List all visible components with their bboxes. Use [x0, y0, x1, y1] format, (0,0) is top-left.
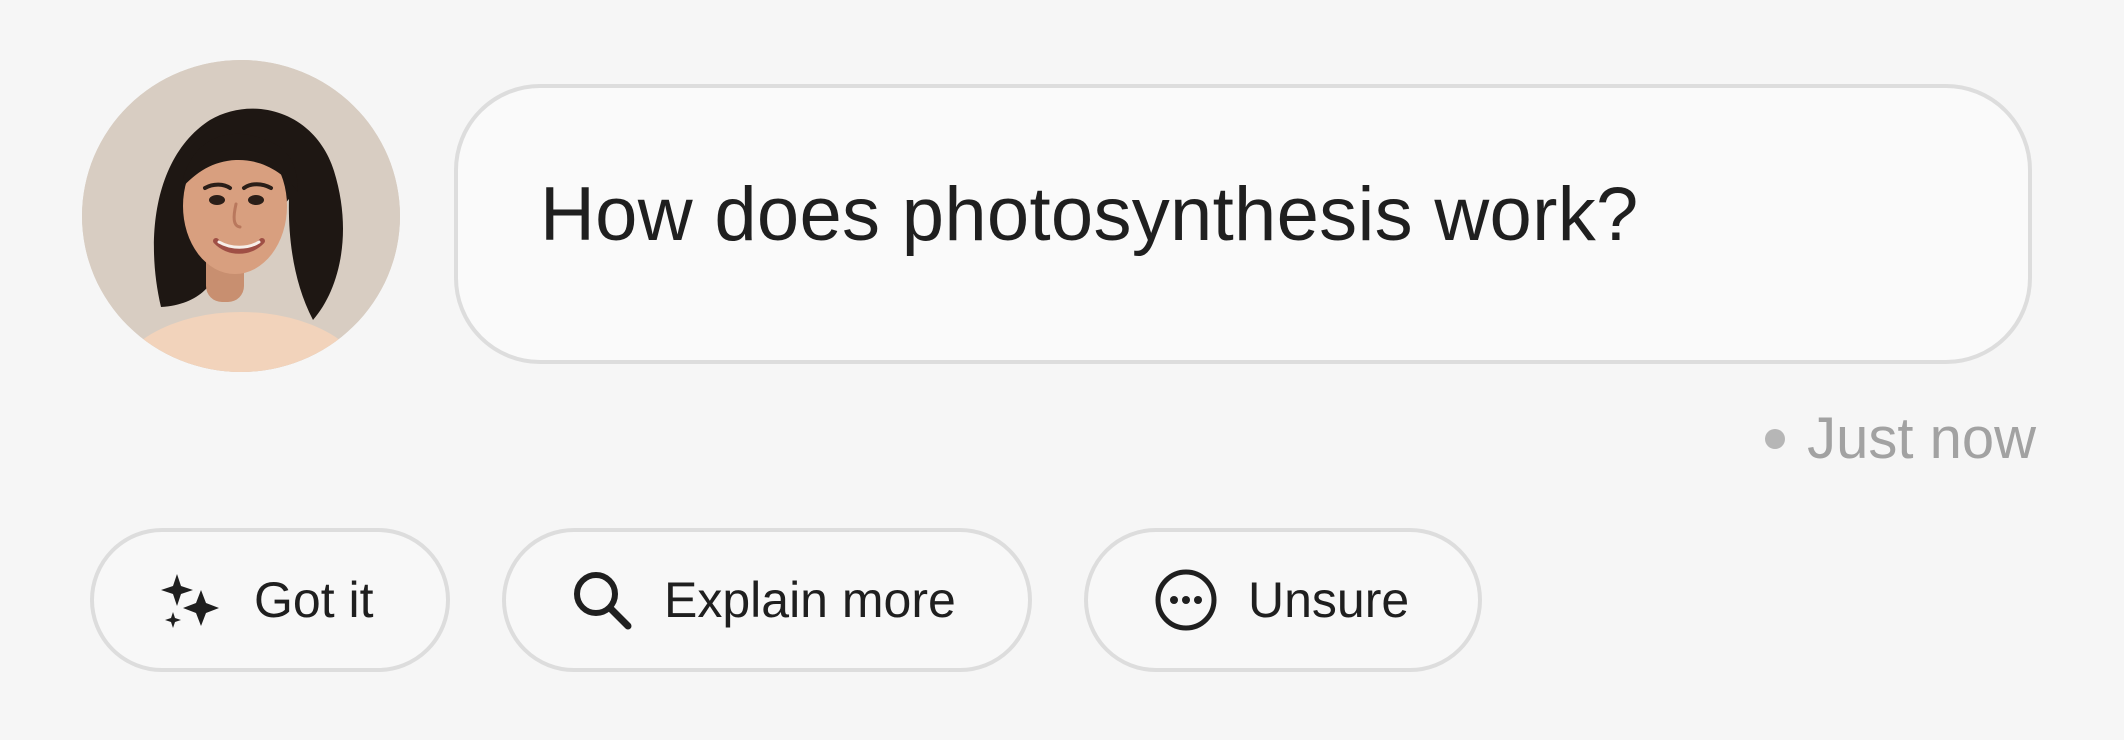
- message-bubble: How does photosynthesis work?: [454, 84, 2032, 364]
- status-dot-icon: [1765, 429, 1786, 449]
- message-text: How does photosynthesis work?: [540, 172, 1639, 257]
- explain-more-button[interactable]: Explain more: [502, 528, 1032, 672]
- got-it-button[interactable]: Got it: [90, 528, 450, 672]
- status-text: Just now: [1807, 406, 2036, 471]
- got-it-label: Got it: [254, 572, 374, 628]
- search-icon: [568, 566, 636, 634]
- avatar: [82, 60, 400, 372]
- response-actions: Got it Explain more Unsure: [90, 528, 1482, 672]
- message-status: Just now: [1765, 410, 2036, 468]
- unsure-label: Unsure: [1248, 572, 1410, 628]
- unsure-button[interactable]: Unsure: [1084, 528, 1482, 672]
- sparkles-icon: [158, 566, 226, 634]
- more-horizontal-icon: [1152, 566, 1220, 634]
- explain-more-label: Explain more: [664, 572, 956, 628]
